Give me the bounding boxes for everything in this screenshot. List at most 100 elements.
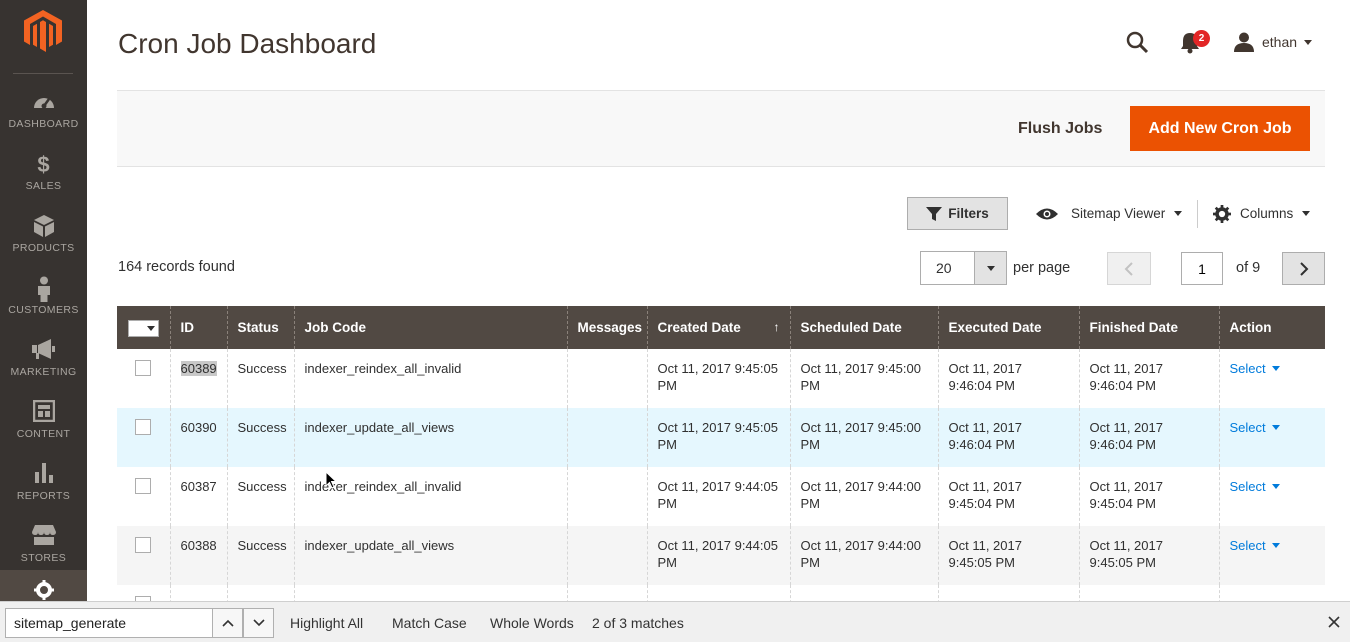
- cell-scheduled-date: Oct 11, 2017 9:44:00 PM: [789, 526, 938, 585]
- chevron-down-icon: [1271, 543, 1280, 548]
- username: ethan: [1262, 34, 1298, 50]
- filters-button[interactable]: Filters: [907, 197, 1008, 230]
- previous-page-button[interactable]: [1107, 252, 1151, 285]
- column-header-job-code[interactable]: Job Code: [293, 306, 567, 349]
- per-page-label: per page: [1013, 260, 1071, 276]
- bar-chart-icon: [0, 462, 87, 488]
- match-case-toggle[interactable]: Match Case: [392, 615, 467, 631]
- current-page-input[interactable]: [1181, 252, 1223, 285]
- find-input[interactable]: [5, 608, 213, 638]
- magento-logo-icon[interactable]: [24, 10, 62, 52]
- cell-messages: [566, 408, 647, 467]
- person-icon: [0, 276, 87, 302]
- columns-selector[interactable]: Columns: [1213, 197, 1311, 230]
- highlight-all-toggle[interactable]: Highlight All: [290, 615, 363, 631]
- column-header-created-date[interactable]: Created Date ↑: [646, 306, 790, 349]
- chevron-down-icon: [974, 252, 1006, 284]
- created-date-label: Created Date: [657, 320, 741, 335]
- cell-created-date: Oct 11, 2017 9:45:05 PM: [646, 349, 790, 408]
- close-icon[interactable]: [1325, 613, 1343, 631]
- sidebar-item-customers[interactable]: CUSTOMERS: [0, 272, 87, 334]
- row-action-select[interactable]: Select: [1230, 479, 1280, 494]
- add-new-cron-job-button[interactable]: Add New Cron Job: [1130, 106, 1310, 151]
- filter-icon: [926, 206, 943, 221]
- sidebar-item-dashboard[interactable]: DASHBOARD: [0, 86, 87, 148]
- chevron-right-icon: [1299, 261, 1308, 276]
- cell-action: Select: [1218, 526, 1325, 585]
- sidebar-item-reports[interactable]: REPORTS: [0, 458, 87, 520]
- chevron-down-icon: [147, 325, 155, 331]
- view-selector[interactable]: Sitemap Viewer: [1035, 197, 1183, 230]
- view-label: Sitemap Viewer: [1071, 206, 1166, 221]
- column-header-messages[interactable]: Messages: [566, 306, 647, 349]
- table-row[interactable]: 60387 Success indexer_reindex_all_invali…: [117, 467, 1325, 526]
- row-checkbox[interactable]: [135, 360, 151, 376]
- cell-action: Select: [1218, 467, 1325, 526]
- cell-messages: [566, 467, 647, 526]
- chevron-down-icon: [1304, 39, 1313, 45]
- row-checkbox[interactable]: [135, 537, 151, 553]
- chevron-down-icon: [1302, 211, 1311, 216]
- column-header-status[interactable]: Status: [226, 306, 294, 349]
- browser-find-bar: Highlight All Match Case Whole Words 2 o…: [0, 601, 1350, 642]
- cell-id: 60389: [169, 349, 227, 408]
- next-page-button[interactable]: [1282, 252, 1325, 285]
- column-header-finished-date[interactable]: Finished Date: [1078, 306, 1219, 349]
- cell-id: 60387: [169, 467, 227, 526]
- column-header-id[interactable]: ID: [169, 306, 227, 349]
- action-label: Select: [1229, 420, 1266, 435]
- cell-messages: [566, 349, 647, 408]
- records-count: 164 records found: [118, 259, 235, 275]
- cell-job-code: indexer_update_all_views: [293, 408, 567, 467]
- dollar-icon: $: [37, 152, 50, 177]
- cell-status: Success: [226, 467, 294, 526]
- sidebar-item-products[interactable]: PRODUCTS: [0, 210, 87, 272]
- find-previous-button[interactable]: [212, 608, 243, 638]
- cell-action: Select: [1218, 349, 1325, 408]
- column-header-scheduled-date[interactable]: Scheduled Date: [789, 306, 938, 349]
- cell-job-code: indexer_reindex_all_invalid: [293, 349, 567, 408]
- notification-badge: 2: [1193, 30, 1210, 47]
- search-icon[interactable]: [1125, 30, 1149, 54]
- sort-ascending-icon: ↑: [773, 320, 780, 334]
- user-menu[interactable]: ethan: [1234, 30, 1313, 54]
- chevron-down-icon: [252, 619, 265, 627]
- sidebar-item-content[interactable]: CONTENT: [0, 396, 87, 458]
- row-checkbox[interactable]: [135, 419, 151, 435]
- chevron-down-icon: [1271, 484, 1280, 489]
- per-page-value: 20: [936, 260, 952, 276]
- row-checkbox[interactable]: [135, 478, 151, 494]
- per-page-select[interactable]: 20: [920, 251, 1007, 285]
- row-action-select[interactable]: Select: [1230, 538, 1280, 553]
- sidebar-item-marketing[interactable]: MARKETING: [0, 334, 87, 396]
- megaphone-icon: [0, 338, 87, 364]
- whole-words-toggle[interactable]: Whole Words: [490, 615, 574, 631]
- cell-scheduled-date: Oct 11, 2017 9:44:00 PM: [789, 467, 938, 526]
- table-row[interactable]: 60389 Success indexer_reindex_all_invali…: [117, 349, 1325, 408]
- mass-select-column: [117, 306, 170, 349]
- gear-icon: [1213, 204, 1231, 223]
- row-select-cell: [117, 467, 170, 526]
- row-action-select[interactable]: Select: [1230, 420, 1280, 435]
- columns-label: Columns: [1240, 206, 1294, 221]
- column-header-executed-date[interactable]: Executed Date: [937, 306, 1079, 349]
- sidebar-item-system[interactable]: [0, 570, 87, 602]
- cell-id: 60390: [169, 408, 227, 467]
- chevron-down-icon: [1174, 211, 1183, 216]
- sidebar-item-sales[interactable]: $ SALES: [0, 148, 87, 210]
- store-icon: [0, 524, 87, 550]
- box-icon: [0, 214, 87, 240]
- cell-messages: [566, 526, 647, 585]
- cell-finished-date: Oct 11, 2017 9:46:04 PM: [1078, 408, 1219, 467]
- mass-select-dropdown[interactable]: [128, 319, 159, 337]
- logo-divider: [13, 73, 73, 74]
- cell-id: 60388: [169, 526, 227, 585]
- table-row[interactable]: 60388 Success indexer_update_all_views O…: [117, 526, 1325, 585]
- table-row[interactable]: 60390 Success indexer_update_all_views O…: [117, 408, 1325, 467]
- flush-jobs-button[interactable]: Flush Jobs: [1003, 106, 1117, 151]
- admin-sidebar: DASHBOARD $ SALES PRODUCTS CUSTOMERS MAR…: [0, 0, 87, 642]
- user-icon: [1234, 32, 1254, 52]
- row-action-select[interactable]: Select: [1230, 361, 1280, 376]
- eye-icon: [1036, 208, 1058, 219]
- find-next-button[interactable]: [243, 608, 274, 638]
